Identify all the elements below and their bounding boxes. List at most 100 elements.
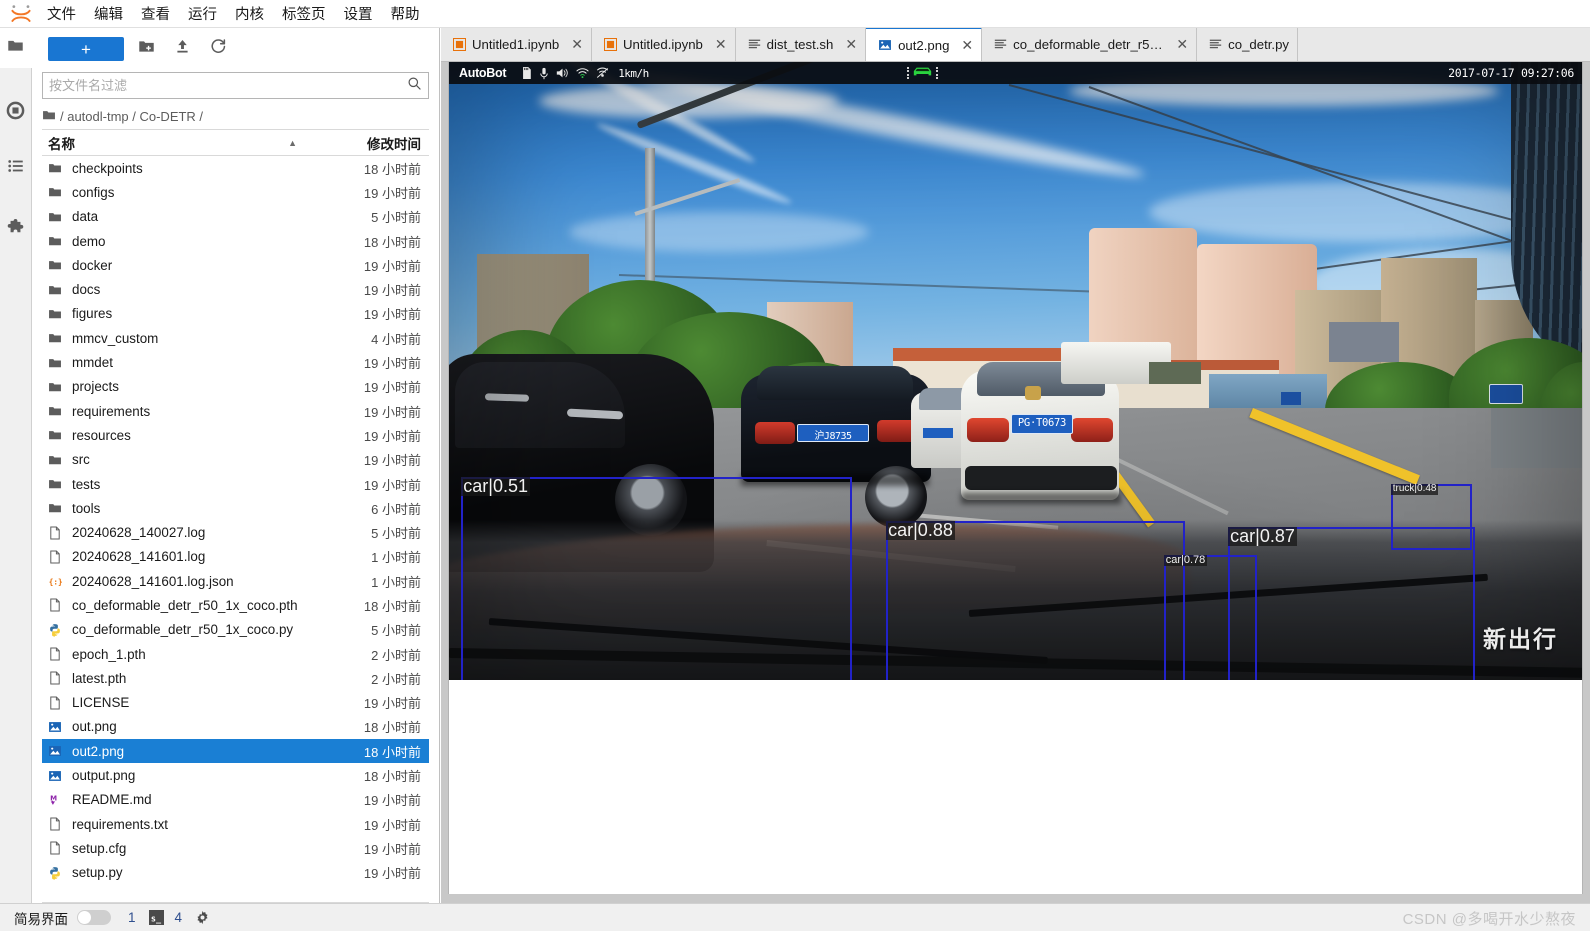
sidebar-item-file-browser[interactable]: [0, 28, 32, 68]
column-header-name[interactable]: 名称 ▲: [42, 133, 307, 153]
close-icon[interactable]: ✕: [1176, 37, 1188, 51]
image-viewer[interactable]: 沪J8735 PG·T0673 新出行 car|0.51 car|0.88 ca…: [441, 62, 1590, 903]
menu-settings[interactable]: 设置: [335, 0, 382, 28]
folder-icon: [48, 234, 70, 248]
file-row-data[interactable]: data 5 小时前: [42, 205, 429, 229]
tab-untitled1-ipynb[interactable]: Untitled1.ipynb ✕: [441, 28, 592, 61]
sidebar-item-commands[interactable]: [0, 146, 32, 186]
file-icon: [48, 671, 70, 685]
sidebar-rail: [0, 28, 32, 903]
tab-dist-test-sh[interactable]: dist_test.sh ✕: [735, 28, 867, 61]
file-modified: 5 小时前: [371, 526, 421, 542]
file-row-docker[interactable]: docker 19 小时前: [42, 253, 429, 277]
close-icon[interactable]: ✕: [845, 37, 857, 51]
file-modified: 19 小时前: [363, 283, 421, 299]
simple-interface-toggle[interactable]: [77, 910, 111, 925]
file-filter-wrap: [32, 70, 439, 99]
file-row-20240628-141601-log-json[interactable]: {:} 20240628_141601.log.json 1 小时前: [42, 569, 429, 593]
file-row-setup-cfg[interactable]: setup.cfg 19 小时前: [42, 836, 429, 860]
file-row-co-deformable-detr-r50-1x-coco-py[interactable]: co_deformable_detr_r50_1x_coco.py 5 小时前: [42, 618, 429, 642]
breadcrumb[interactable]: / autodl-tmp / Co-DETR /: [32, 103, 439, 129]
menu-help[interactable]: 帮助: [382, 0, 429, 28]
menu-run[interactable]: 运行: [179, 0, 226, 28]
vehicle-window: [455, 362, 625, 448]
close-icon[interactable]: ✕: [571, 37, 583, 51]
gear-icon[interactable]: [195, 910, 210, 925]
file-row-out-png[interactable]: out.png 18 小时前: [42, 715, 429, 739]
file-row-out2-png[interactable]: out2.png 18 小时前: [42, 739, 429, 764]
file-row-tests[interactable]: tests 19 小时前: [42, 472, 429, 496]
file-row-configs[interactable]: configs 19 小时前: [42, 180, 429, 204]
file-list[interactable]: checkpoints 18 小时前 configs 19 小时前 data 5 小时前 d…: [42, 156, 429, 903]
upload-button[interactable]: [168, 36, 196, 62]
kernel-count[interactable]: 1: [128, 910, 136, 925]
new-folder-button[interactable]: [132, 36, 160, 62]
folder-icon: [48, 404, 70, 418]
image-icon: [48, 769, 70, 783]
file-row-co-deformable-detr-r50-1x-coco-pth[interactable]: co_deformable_detr_r50_1x_coco.pth 18 小时前: [42, 593, 429, 617]
file-row-requirements-txt[interactable]: requirements.txt 19 小时前: [42, 812, 429, 836]
tab-untitled-ipynb[interactable]: Untitled.ipynb ✕: [591, 28, 736, 61]
notebook-icon: [453, 37, 466, 51]
file-row-checkpoints[interactable]: checkpoints 18 小时前: [42, 156, 429, 180]
breadcrumb-path[interactable]: / autodl-tmp / Co-DETR /: [60, 109, 203, 124]
close-icon[interactable]: ✕: [715, 37, 727, 51]
file-row-latest-pth[interactable]: latest.pth 2 小时前: [42, 666, 429, 690]
file-row-readme-md[interactable]: M README.md 19 小时前: [42, 788, 429, 812]
file-modified: 5 小时前: [371, 210, 421, 226]
tab-label: co_detr.py: [1228, 36, 1290, 52]
sidebar-item-extension-manager[interactable]: [0, 208, 32, 248]
file-row-src[interactable]: src 19 小时前: [42, 448, 429, 472]
file-modified: 1 小时前: [371, 574, 421, 590]
file-row-projects[interactable]: projects 19 小时前: [42, 375, 429, 399]
sidebar-item-running-sessions[interactable]: [0, 90, 32, 130]
tab-out2-png[interactable]: out2.png ✕: [866, 28, 983, 61]
file-row-requirements[interactable]: requirements 19 小时前: [42, 399, 429, 423]
file-row-tools[interactable]: tools 6 小时前: [42, 496, 429, 520]
file-modified: 18 小时前: [363, 769, 421, 785]
tab-bar[interactable]: Untitled1.ipynb ✕ Untitled.ipynb ✕ dist_test…: [441, 28, 1590, 62]
folder-icon: [48, 185, 70, 199]
terminal-count[interactable]: 4: [175, 910, 183, 925]
file-row-demo[interactable]: demo 18 小时前: [42, 229, 429, 253]
refresh-icon: [210, 38, 227, 60]
file-filter-box[interactable]: [42, 72, 429, 99]
folder-icon: [42, 108, 56, 125]
file-row-mmdet[interactable]: mmdet 19 小时前: [42, 350, 429, 374]
file-row-docs[interactable]: docs 19 小时前: [42, 277, 429, 301]
menu-kernel[interactable]: 内核: [226, 0, 273, 28]
tab-co-detr-py[interactable]: co_detr.py: [1197, 28, 1299, 61]
terminal-icon[interactable]: s_: [148, 910, 164, 925]
jupyter-logo-icon[interactable]: [4, 0, 38, 28]
column-header-modified[interactable]: 修改时间: [307, 133, 429, 153]
search-icon: [407, 76, 422, 96]
close-icon[interactable]: ✕: [961, 38, 973, 52]
tab-label: dist_test.sh: [766, 36, 834, 52]
menu-file[interactable]: 文件: [38, 0, 85, 28]
file-row-license[interactable]: LICENSE 19 小时前: [42, 691, 429, 715]
file-name: tools: [72, 500, 101, 516]
refresh-button[interactable]: [204, 36, 232, 62]
file-row-20240628-141601-log[interactable]: 20240628_141601.log 1 小时前: [42, 545, 429, 569]
menu-view[interactable]: 查看: [132, 0, 179, 28]
file-row-20240628-140027-log[interactable]: 20240628_140027.log 5 小时前: [42, 520, 429, 544]
tab-co-deformable-detr-r50-1[interactable]: co_deformable_detr_r50_1 ✕: [982, 28, 1198, 61]
menu-tabs[interactable]: 标签页: [273, 0, 335, 28]
file-row-setup-py[interactable]: setup.py 19 小时前: [42, 861, 429, 885]
vehicle-door-handle: [484, 393, 530, 402]
folder-icon: [48, 380, 70, 394]
file-modified: 18 小时前: [363, 234, 421, 250]
dashcam-detection-image: 沪J8735 PG·T0673 新出行 car|0.51 car|0.88 ca…: [449, 62, 1582, 680]
search-input[interactable]: [49, 78, 407, 93]
new-launcher-button[interactable]: +: [48, 37, 124, 61]
road-sign-blue: [1489, 384, 1523, 404]
file-name: co_deformable_detr_r50_1x_coco.py: [72, 622, 294, 638]
folder-icon: [48, 283, 70, 297]
file-row-epoch-1-pth[interactable]: epoch_1.pth 2 小时前: [42, 642, 429, 666]
file-name: demo: [72, 233, 106, 249]
file-row-output-png[interactable]: output.png 18 小时前: [42, 763, 429, 787]
file-row-figures[interactable]: figures 19 小时前: [42, 302, 429, 326]
file-row-resources[interactable]: resources 19 小时前: [42, 423, 429, 447]
menu-edit[interactable]: 编辑: [85, 0, 132, 28]
file-row-mmcv-custom[interactable]: mmcv_custom 4 小时前: [42, 326, 429, 350]
